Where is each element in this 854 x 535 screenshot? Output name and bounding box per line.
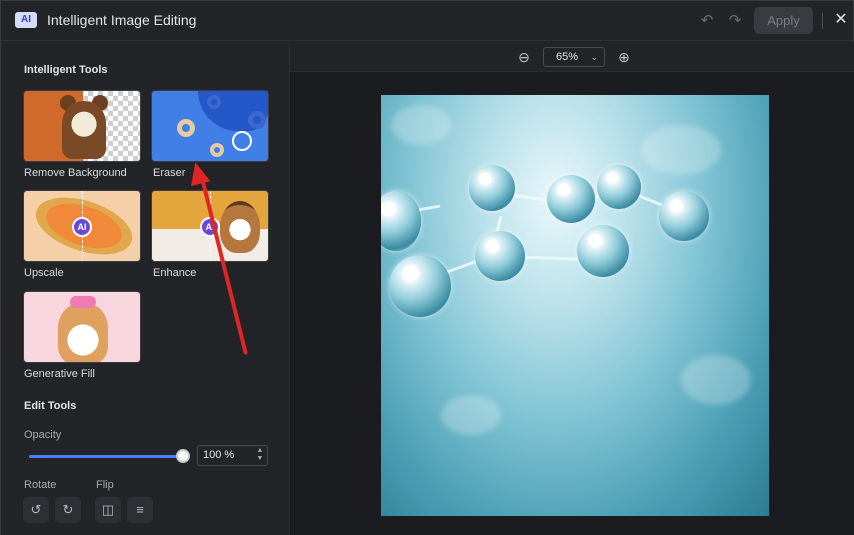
window-title: Intelligent Image Editing [47,12,197,28]
title-divider [822,13,823,29]
molecule-sphere [381,191,421,251]
rotate-label: Rotate [24,479,57,491]
zoom-value: 65% [556,51,579,63]
donut-icon [177,119,195,137]
molecule-sphere [597,165,641,209]
editor-window: AI Intelligent Image Editing ↶ ↷ Apply ✕… [0,0,854,535]
rotate-left-button[interactable]: ↺ [23,497,49,523]
thumbnail-image [220,201,260,253]
title-bar: AI Intelligent Image Editing ↶ ↷ Apply ✕ [1,1,853,41]
canvas-area: ⊖ 65% ⌄ ⊕ [290,42,854,535]
tool-eraser[interactable] [151,90,269,162]
rotate-right-button[interactable]: ↻ [55,497,81,523]
tool-remove-background[interactable] [23,90,141,162]
molecule-sphere [389,255,451,317]
flip-horizontal-button[interactable]: ◫ [95,497,121,523]
tool-enhance[interactable]: AI [151,190,269,262]
app-logo: AI [15,12,37,28]
flip-vertical-icon: ≡ [136,502,144,517]
rotate-right-icon: ↻ [62,502,74,517]
opacity-slider-track[interactable] [29,455,183,458]
molecule-sphere [475,231,525,281]
molecule-sphere [469,165,515,211]
close-icon[interactable]: ✕ [832,10,850,30]
thumbnail-image [58,304,108,362]
zoom-out-icon[interactable]: ⊖ [516,49,532,65]
tool-label-enhance: Enhance [153,267,197,279]
molecule-sphere [547,175,595,223]
thumbnail-image [62,101,106,159]
undo-icon[interactable]: ↶ [698,12,716,30]
zoom-in-icon[interactable]: ⊕ [616,49,632,65]
tools-panel: Intelligent Tools Remove Background Eras… [1,42,290,535]
rotate-left-icon: ↺ [30,502,42,517]
apply-button[interactable]: Apply [754,7,813,34]
tool-label-eraser: Eraser [153,167,186,179]
molecule-sphere [659,191,709,241]
zoom-toolbar: ⊖ 65% ⌄ ⊕ [290,42,854,72]
canvas-image[interactable] [381,95,769,516]
tool-generative-fill[interactable] [23,291,141,363]
molecule-sphere [577,225,629,277]
chevron-down-icon: ⌄ [590,52,598,62]
tool-label-remove-background: Remove Background [24,167,127,179]
tool-label-generative-fill: Generative Fill [24,368,95,380]
tool-upscale[interactable]: AI [23,190,141,262]
eraser-brush-icon [232,131,252,151]
opacity-label: Opacity [24,429,62,441]
tool-label-upscale: Upscale [24,267,64,279]
flip-label: Flip [96,479,114,491]
ai-badge: AI [72,217,92,237]
redo-icon[interactable]: ↷ [726,12,744,30]
intelligent-tools-title: Intelligent Tools [24,64,108,76]
flip-horizontal-icon: ◫ [101,502,115,517]
zoom-select[interactable]: 65% ⌄ [543,47,605,67]
edit-tools-title: Edit Tools [24,400,77,412]
flip-vertical-button[interactable]: ≡ [127,497,153,523]
opacity-slider-handle[interactable] [176,449,190,463]
opacity-stepper[interactable]: ▲ ▼ [255,447,265,463]
